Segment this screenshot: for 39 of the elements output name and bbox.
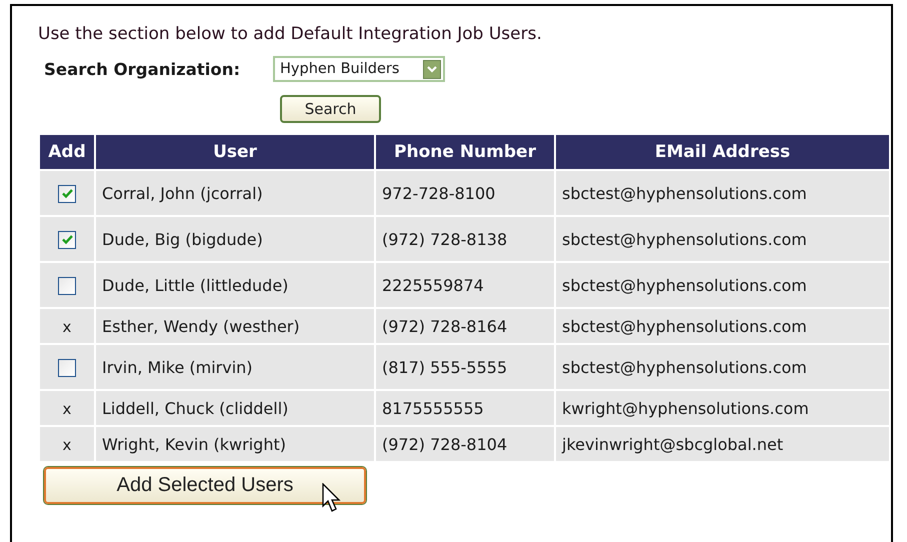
table-cell: Irvin, Mike (mirvin) [102,358,253,376]
checkbox[interactable] [58,358,76,377]
table-cell: sbctest@hyphensolutions.com [562,358,807,376]
table-cell: 2225559874 [382,276,484,294]
search-button[interactable]: Search [280,95,381,123]
intro-text: Use the section below to add Default Integration Job Users. [38,24,543,46]
table-cell: Liddell, Chuck (cliddell) [102,398,288,418]
unavailable-mark: x [62,318,72,336]
column-header: User [96,135,374,169]
table-cell: (817) 555-5555 [382,358,508,376]
unavailable-mark: x [62,400,72,418]
table-cell: (972) 728-8138 [382,230,508,248]
column-header: EMail Address [556,135,889,169]
table-cell: 972-728-8100 [382,184,496,202]
checkmark-icon [60,187,74,200]
table-cell: jkevinwright@sbcglobal.net [562,434,784,454]
search-label: Search Organization: [44,60,242,78]
add-selected-users-button[interactable]: Add Selected Users [44,467,366,504]
column-header: Add [40,135,94,169]
table-cell: kwright@hyphensolutions.com [562,398,809,418]
table-cell: Dude, Big (bigdude) [102,230,263,248]
table-cell: Wright, Kevin (kwright) [102,434,286,454]
table-cell: Dude, Little (littledude) [102,276,288,294]
checkbox[interactable] [58,276,76,295]
table-cell: sbctest@hyphensolutions.com [562,230,807,248]
organization-dropdown[interactable]: Hyphen Builders [273,56,445,82]
table-cell: Corral, John (jcorral) [102,184,263,202]
table-cell: sbctest@hyphensolutions.com [562,276,807,294]
column-header: Phone Number [376,135,554,169]
table-cell: sbctest@hyphensolutions.com [562,184,807,202]
table-cell: (972) 728-8104 [382,434,508,454]
table-cell: 8175555555 [382,398,484,418]
table-cell: sbctest@hyphensolutions.com [562,316,807,336]
table-cell: Esther, Wendy (westher) [102,316,300,336]
checkmark-icon [60,233,74,246]
unavailable-mark: x [62,436,72,454]
checkbox[interactable] [58,230,76,249]
table-cell: (972) 728-8164 [382,316,508,336]
checkbox[interactable] [58,184,76,203]
